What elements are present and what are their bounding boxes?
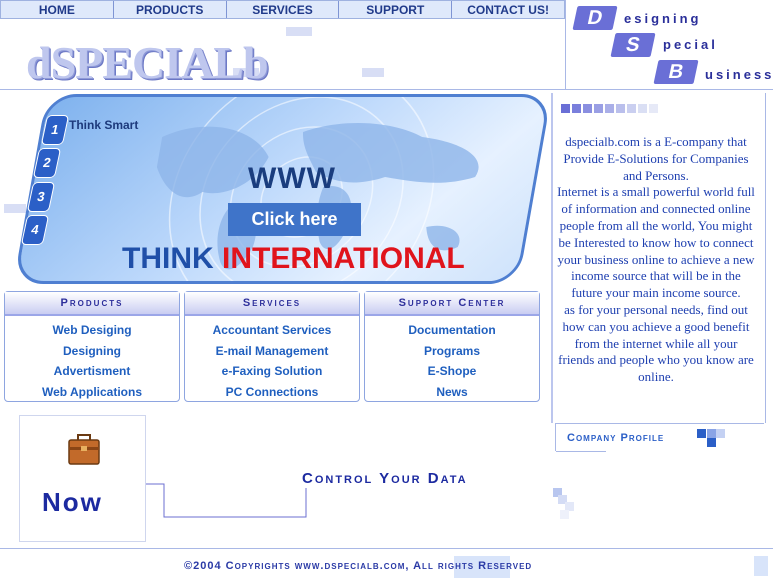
- nav-products[interactable]: PRODUCTS: [114, 1, 227, 18]
- support-link[interactable]: News: [365, 382, 539, 403]
- brand-letter-d: D: [572, 6, 618, 30]
- www-text: WWW: [248, 162, 336, 195]
- squares-icon: [697, 429, 725, 447]
- top-nav: HOME PRODUCTS SERVICES SUPPORT CONTACT U…: [0, 0, 565, 19]
- international-word: INTERNATIONAL: [222, 242, 465, 275]
- products-link[interactable]: Web Desiging: [5, 320, 179, 341]
- products-box: Products Web Desiging Designing Advertis…: [4, 291, 180, 402]
- nav-services[interactable]: SERVICES: [227, 1, 340, 18]
- briefcase-icon: [68, 434, 100, 465]
- panel-divider: [555, 423, 556, 451]
- services-box-title: Services: [185, 292, 359, 316]
- decor-dash: [362, 68, 384, 77]
- services-link[interactable]: Accountant Services: [185, 320, 359, 341]
- support-link[interactable]: Programs: [365, 341, 539, 362]
- connector-line: [146, 483, 307, 518]
- brand-letter-s: S: [610, 33, 656, 57]
- panel-text-personal: as for your personal needs, find out how…: [558, 301, 754, 385]
- products-link[interactable]: Web Applications: [5, 382, 179, 403]
- brand-word: pecial: [663, 37, 718, 52]
- copyright-text: ©2004 Copyrights www.dspecialb.com, All …: [184, 560, 533, 572]
- header-divider: [0, 89, 773, 90]
- think-word: THINK: [122, 242, 214, 275]
- company-profile-link[interactable]: Company Profile: [567, 432, 664, 444]
- site-logo[interactable]: dSPECIALb: [26, 36, 269, 89]
- panel-text-internet: Internet is a small powerful world full …: [557, 184, 755, 301]
- panel-description: dspecialb.com is a E-company that Provid…: [556, 134, 756, 386]
- think-international-heading: THINK INTERNATIONAL: [122, 242, 465, 276]
- brand-word: esigning: [624, 11, 702, 26]
- products-link[interactable]: Advertisment: [5, 361, 179, 382]
- footer-decor: [754, 556, 768, 576]
- panel-divider: [556, 451, 606, 452]
- nav-home[interactable]: HOME: [1, 1, 114, 18]
- panel-divider: [556, 423, 764, 424]
- support-box: Support Center Documentation Programs E-…: [364, 291, 540, 402]
- corner-squares-icon: [553, 488, 579, 522]
- brand-word: usiness: [705, 67, 773, 82]
- decor-dash: [4, 204, 26, 213]
- nav-support[interactable]: SUPPORT: [339, 1, 453, 18]
- support-link[interactable]: E-Shope: [365, 361, 539, 382]
- decor-dash: [286, 27, 312, 36]
- services-link[interactable]: PC Connections: [185, 382, 359, 403]
- divider: [565, 0, 566, 90]
- think-smart-label: Think Smart: [69, 118, 139, 132]
- support-box-title: Support Center: [365, 292, 539, 316]
- products-box-title: Products: [5, 292, 179, 316]
- services-link[interactable]: E-mail Management: [185, 341, 359, 362]
- nav-contact[interactable]: CONTACT US!: [452, 1, 564, 18]
- services-link[interactable]: e-Faxing Solution: [185, 361, 359, 382]
- control-your-data-heading: Control Your Data: [302, 470, 468, 487]
- click-here-button[interactable]: Click here: [228, 203, 361, 236]
- services-box: Services Accountant Services E-mail Mana…: [184, 291, 360, 402]
- brand-letter-b: B: [653, 60, 699, 84]
- products-link[interactable]: Designing: [5, 341, 179, 362]
- now-heading: Now: [42, 487, 103, 517]
- panel-squares-decor: [561, 104, 661, 116]
- panel-text-intro: dspecialb.com is a E-company that Provid…: [563, 134, 749, 183]
- support-link[interactable]: Documentation: [365, 320, 539, 341]
